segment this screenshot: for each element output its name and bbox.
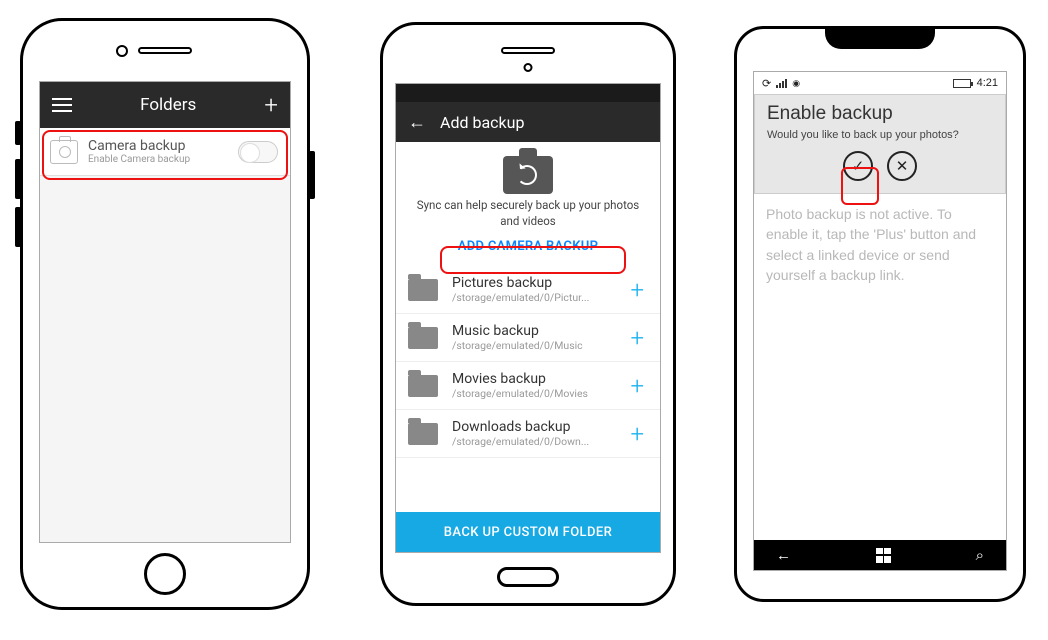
home-button[interactable]	[497, 567, 559, 587]
hero-text: Sync can help securely back up your phot…	[412, 198, 644, 229]
item-path: /storage/emulated/0/Down...	[452, 435, 622, 448]
ios-header: Folders +	[40, 82, 290, 128]
dialog-title: Enable backup	[767, 103, 993, 125]
android-screen: ← Add backup Sync can help securely back…	[395, 83, 661, 553]
android-status-bar	[396, 84, 660, 102]
wp-frame: ⟳ ◉ 4:21 Enable backup Would you like to…	[734, 26, 1026, 602]
windows-button[interactable]	[876, 548, 891, 563]
clock: 4:21	[977, 77, 998, 89]
add-item-button[interactable]: +	[626, 372, 648, 400]
add-folder-button[interactable]: +	[264, 93, 278, 117]
camera-backup-toggle[interactable]	[238, 141, 278, 163]
iphone-frame: Folders + Camera backup Enable Camera ba…	[20, 18, 310, 610]
wifi-icon: ◉	[792, 78, 800, 89]
front-camera	[116, 45, 128, 57]
enable-backup-dialog: Enable backup Would you like to back up …	[754, 94, 1006, 194]
android-title: Add backup	[440, 113, 524, 132]
camera-backup-text: Camera backup Enable Camera backup	[88, 138, 238, 165]
front-camera	[524, 63, 533, 72]
mute-switch	[15, 121, 21, 145]
backup-custom-folder-button[interactable]: BACK UP CUSTOM FOLDER	[396, 512, 660, 552]
item-path: /storage/emulated/0/Movies	[452, 387, 622, 400]
earpiece-notch	[825, 27, 935, 49]
cancel-button[interactable]: ✕	[887, 151, 917, 181]
item-title: Pictures backup	[452, 275, 626, 291]
ios-title: Folders	[140, 95, 196, 115]
add-camera-backup-button[interactable]: ADD CAMERA BACKUP	[448, 235, 608, 258]
camera-backup-title: Camera backup	[88, 138, 238, 154]
search-button[interactable]: ⌕	[976, 547, 984, 564]
wp-screen: ⟳ ◉ 4:21 Enable backup Would you like to…	[753, 71, 1007, 571]
dialog-actions: ✓ ✕	[767, 151, 993, 181]
folder-icon	[408, 375, 438, 397]
list-item[interactable]: Downloads backup/storage/emulated/0/Down…	[396, 410, 660, 458]
volume-up-button	[15, 159, 21, 199]
item-path: /storage/emulated/0/Music	[452, 339, 622, 352]
folder-icon	[408, 279, 438, 301]
sync-status-icon: ⟳	[762, 77, 771, 90]
list-item[interactable]: Pictures backup/storage/emulated/0/Pictu…	[396, 266, 660, 314]
android-frame: ← Add backup Sync can help securely back…	[380, 22, 676, 606]
wp-nav-bar: ← ⌕	[754, 540, 1006, 570]
ios-screen: Folders + Camera backup Enable Camera ba…	[39, 81, 291, 543]
add-item-button[interactable]: +	[626, 420, 648, 448]
back-icon[interactable]: ←	[408, 112, 426, 133]
backup-inactive-text: Photo backup is not active. To enable it…	[754, 194, 1006, 295]
dialog-message: Would you like to back up your photos?	[767, 129, 993, 141]
item-title: Music backup	[452, 323, 626, 339]
add-item-button[interactable]: +	[626, 324, 648, 352]
volume-down-button	[15, 207, 21, 247]
back-button[interactable]: ←	[776, 547, 791, 564]
confirm-button[interactable]: ✓	[843, 151, 873, 181]
wp-status-bar: ⟳ ◉ 4:21	[754, 72, 1006, 94]
item-title: Downloads backup	[452, 419, 626, 435]
camera-backup-row[interactable]: Camera backup Enable Camera backup	[40, 128, 290, 176]
hero-section: Sync can help securely back up your phot…	[396, 142, 660, 266]
item-path: /storage/emulated/0/Pictur...	[452, 291, 622, 304]
android-header: ← Add backup	[396, 102, 660, 142]
battery-icon	[953, 79, 971, 88]
home-button[interactable]	[144, 553, 186, 595]
close-icon: ✕	[896, 157, 909, 175]
canvas: Folders + Camera backup Enable Camera ba…	[0, 0, 1048, 640]
list-item[interactable]: Movies backup/storage/emulated/0/Movies …	[396, 362, 660, 410]
camera-sync-icon	[503, 156, 553, 194]
check-icon: ✓	[852, 157, 865, 175]
menu-icon[interactable]	[52, 98, 72, 112]
power-button	[309, 151, 315, 199]
backup-list: Pictures backup/storage/emulated/0/Pictu…	[396, 266, 660, 458]
add-item-button[interactable]: +	[626, 276, 648, 304]
list-item[interactable]: Music backup/storage/emulated/0/Music +	[396, 314, 660, 362]
earpiece-speaker	[501, 47, 555, 54]
folder-icon	[408, 327, 438, 349]
item-title: Movies backup	[452, 371, 626, 387]
earpiece-speaker	[138, 47, 192, 54]
folder-icon	[408, 423, 438, 445]
signal-icon	[776, 79, 787, 88]
camera-icon	[50, 140, 78, 164]
camera-backup-subtitle: Enable Camera backup	[88, 154, 238, 165]
